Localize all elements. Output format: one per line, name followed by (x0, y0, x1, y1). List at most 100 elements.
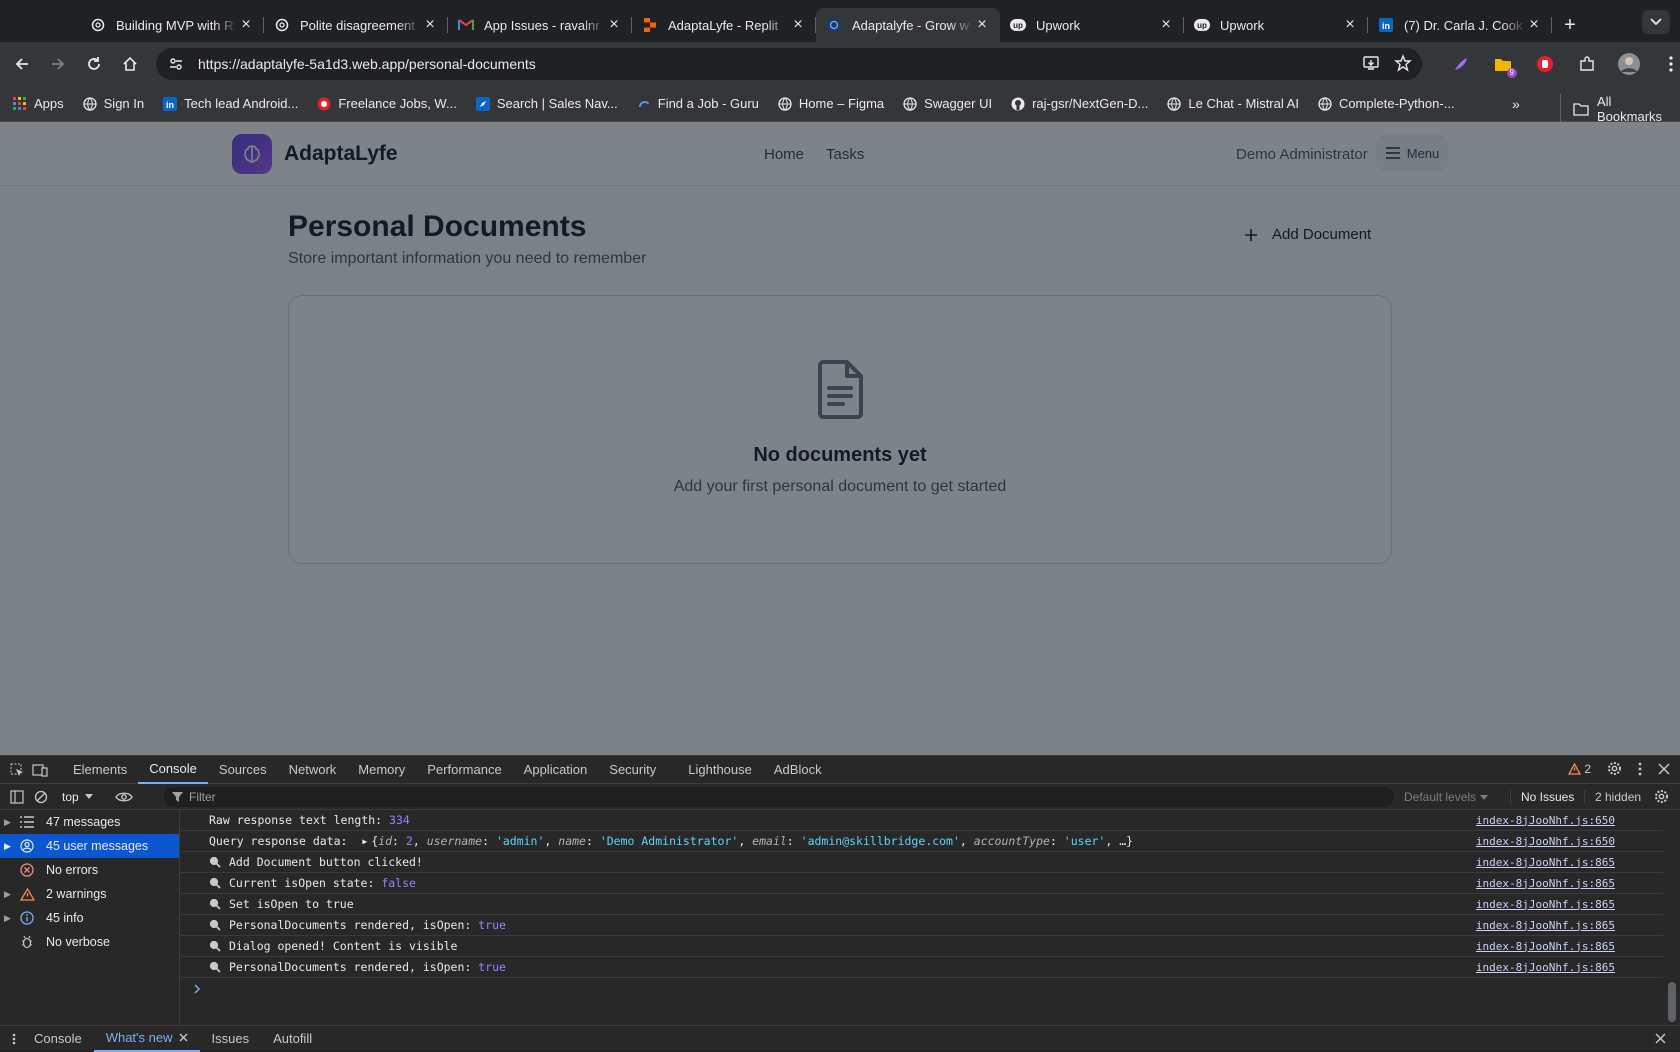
sidebar-item-errors[interactable]: No errors (0, 858, 179, 882)
drawer-menu-icon[interactable] (12, 1033, 16, 1045)
feather-extension-icon[interactable] (1445, 48, 1477, 80)
browser-tab-active[interactable]: Adaptalyfe - Grow w × (816, 8, 1000, 42)
bookmark-sales-nav[interactable]: Search | Sales Nav... (475, 96, 618, 112)
expand-icon[interactable]: ▶ (4, 889, 18, 900)
eye-icon[interactable] (114, 791, 133, 803)
expand-icon[interactable]: ▶ (4, 817, 18, 828)
menu-button[interactable]: Menu (1376, 135, 1448, 171)
browser-tab[interactable]: up Upwork × (1184, 8, 1368, 42)
drawer-tab-issues[interactable]: Issues (200, 1026, 262, 1052)
device-toolbar-icon[interactable] (32, 763, 48, 777)
close-drawer-icon[interactable] (1655, 1033, 1666, 1044)
close-icon[interactable]: × (790, 17, 806, 33)
brain-logo-icon[interactable] (232, 134, 272, 174)
browser-tab[interactable]: AdaptaLyfe - Replit × (632, 8, 816, 42)
bookmark-swagger[interactable]: Swagger UI (902, 96, 992, 112)
console-scrollbar[interactable] (1668, 812, 1676, 1022)
log-source-link[interactable]: index-8jJooNhf.js:865 (1476, 856, 1615, 869)
new-tab-button[interactable]: + (1556, 8, 1584, 42)
console-settings-icon[interactable] (1654, 789, 1669, 804)
devtools-tab-memory[interactable]: Memory (347, 756, 416, 784)
sidebar-item-info[interactable]: ▶ 45 info (0, 906, 179, 930)
devtools-tab-security[interactable]: Security (598, 756, 667, 784)
devtools-tab-network[interactable]: Network (278, 756, 348, 784)
devtools-tab-console[interactable]: Console (138, 756, 208, 784)
browser-tab[interactable]: in (7) Dr. Carla J. Cook × (1368, 8, 1552, 42)
add-document-button[interactable]: Add Document (1234, 220, 1381, 249)
bookmark-freelance[interactable]: Freelance Jobs, W... (316, 96, 457, 112)
browser-tab[interactable]: App Issues - ravalnr × (448, 8, 632, 42)
devtools-tab-sources[interactable]: Sources (208, 756, 278, 784)
close-icon[interactable] (1658, 762, 1670, 775)
address-bar[interactable]: https://adaptalyfe-5a1d3.web.app/persona… (156, 48, 1422, 80)
all-bookmarks-button[interactable]: All Bookmarks (1560, 94, 1680, 124)
nav-home-link[interactable]: Home (764, 146, 804, 163)
browser-tab[interactable]: Polite disagreement × (264, 8, 448, 42)
reload-button[interactable] (76, 46, 112, 82)
bookmark-github[interactable]: raj-gsr/NextGen-D... (1010, 96, 1148, 112)
bookmark-figma[interactable]: Home – Figma (777, 96, 884, 112)
close-icon[interactable]: × (1158, 17, 1174, 33)
more-bookmarks-button[interactable]: » (1512, 96, 1520, 112)
issues-button[interactable]: No Issues (1510, 790, 1574, 804)
log-levels-dropdown[interactable]: Default levels (1404, 790, 1489, 804)
close-icon[interactable]: × (422, 17, 438, 33)
back-button[interactable] (4, 46, 40, 82)
install-app-icon[interactable] (1362, 54, 1380, 72)
scrollbar-thumb[interactable] (1668, 982, 1676, 1022)
console-filter-input[interactable]: Filter (164, 787, 1394, 807)
browser-tab[interactable]: Building MVP with R × (80, 8, 264, 42)
expand-object-icon[interactable]: ▶ (362, 837, 367, 846)
devtools-tab-performance[interactable]: Performance (416, 756, 512, 784)
folder-extension-icon[interactable]: 9 (1487, 48, 1519, 80)
tab-search-button[interactable] (1642, 10, 1670, 34)
bookmark-tech-lead[interactable]: in Tech lead Android... (162, 96, 298, 112)
log-source-link[interactable]: index-8jJooNhf.js:650 (1476, 835, 1615, 848)
nav-tasks-link[interactable]: Tasks (826, 146, 864, 163)
close-icon[interactable] (179, 1033, 188, 1042)
brand-name[interactable]: AdaptaLyfe (284, 142, 398, 166)
close-icon[interactable]: × (1526, 17, 1542, 33)
log-source-link[interactable]: index-8jJooNhf.js:865 (1476, 877, 1615, 890)
bookmark-sign-in[interactable]: Sign In (82, 96, 144, 112)
log-object[interactable]: {id: 2, username: 'admin', name: 'Demo A… (371, 834, 1133, 848)
sidebar-item-messages[interactable]: ▶ 47 messages (0, 810, 179, 834)
inspect-element-icon[interactable] (10, 763, 24, 777)
gear-icon[interactable] (1607, 761, 1622, 776)
context-selector[interactable]: top (62, 790, 93, 804)
log-source-link[interactable]: index-8jJooNhf.js:865 (1476, 940, 1615, 953)
sidebar-item-warnings[interactable]: ▶ 2 warnings (0, 882, 179, 906)
console-prompt-input[interactable] (181, 978, 1663, 1000)
log-source-link[interactable]: index-8jJooNhf.js:865 (1476, 919, 1615, 932)
sidebar-item-verbose[interactable]: No verbose (0, 930, 179, 954)
log-source-link[interactable]: index-8jJooNhf.js:865 (1476, 898, 1615, 911)
log-source-link[interactable]: index-8jJooNhf.js:865 (1476, 961, 1615, 974)
forward-button[interactable] (40, 46, 76, 82)
drawer-tab-whats-new[interactable]: What's new (93, 1026, 200, 1052)
expand-icon[interactable]: ▶ (4, 841, 18, 852)
site-settings-icon[interactable] (168, 56, 184, 72)
hand-extension-icon[interactable] (1529, 48, 1561, 80)
drawer-tab-autofill[interactable]: Autofill (261, 1026, 324, 1052)
url-text[interactable]: https://adaptalyfe-5a1d3.web.app/persona… (198, 56, 536, 72)
bookmark-apps[interactable]: Apps (12, 96, 64, 112)
devtools-tab-lighthouse[interactable]: Lighthouse (677, 756, 763, 784)
star-icon[interactable] (1394, 54, 1412, 72)
expand-icon[interactable]: ▶ (4, 913, 18, 924)
warnings-counter[interactable]: 2 (1568, 762, 1591, 776)
puzzle-icon[interactable] (1571, 48, 1603, 80)
home-button[interactable] (112, 46, 148, 82)
kebab-menu-icon[interactable] (1655, 48, 1680, 80)
close-icon[interactable]: × (238, 17, 254, 33)
close-icon[interactable]: × (974, 17, 990, 33)
browser-tab[interactable]: up Upwork × (1000, 8, 1184, 42)
kebab-menu-icon[interactable] (1638, 762, 1642, 776)
bookmark-guru[interactable]: Find a Job - Guru (636, 96, 759, 112)
bookmark-le-chat[interactable]: Le Chat - Mistral AI (1166, 96, 1299, 112)
avatar[interactable] (1613, 48, 1645, 80)
close-icon[interactable]: × (606, 17, 622, 33)
clear-console-icon[interactable] (34, 790, 48, 804)
devtools-tab-elements[interactable]: Elements (62, 756, 138, 784)
sidebar-item-user-messages[interactable]: ▶ 45 user messages (0, 834, 179, 858)
devtools-tab-adblock[interactable]: AdBlock (763, 756, 833, 784)
